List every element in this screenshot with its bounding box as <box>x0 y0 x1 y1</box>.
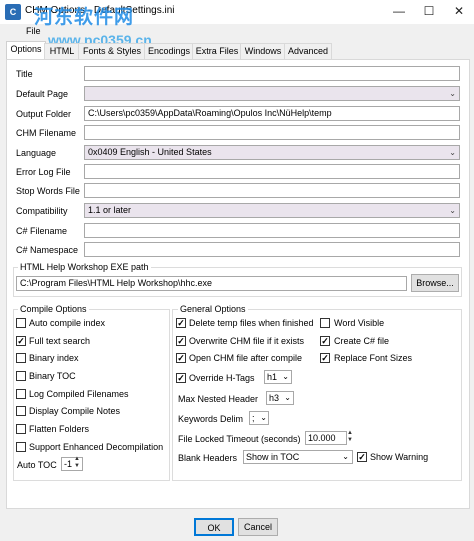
chm-filename-input[interactable] <box>84 125 460 140</box>
display-compile-notes-label: Display Compile Notes <box>29 406 121 416</box>
tab-windows[interactable]: Windows <box>240 43 286 59</box>
chevron-down-icon: ⌄ <box>342 452 349 461</box>
open-chm-after-compile-label: Open CHM file after compile <box>189 353 303 363</box>
create-cs-file-label: Create C# file <box>334 336 390 346</box>
cs-filename-label: C# Filename <box>16 226 68 236</box>
compatibility-label: Compatibility <box>16 206 68 216</box>
replace-font-sizes-label: Replace Font Sizes <box>334 353 413 363</box>
hhw-path-input[interactable]: C:\Program Files\HTML Help Workshop\hhc.… <box>16 276 407 291</box>
cs-namespace-input[interactable] <box>84 242 460 257</box>
htags-select[interactable]: h1 ⌄ <box>264 370 292 384</box>
app-icon: C <box>5 4 21 20</box>
chevron-down-icon: ⌄ <box>282 372 289 381</box>
tab-options[interactable]: Options <box>6 41 46 60</box>
word-visible-label: Word Visible <box>334 318 385 328</box>
file-locked-timeout-label: File Locked Timeout (seconds) <box>178 434 301 444</box>
tab-fonts-styles[interactable]: Fonts & Styles <box>78 43 146 59</box>
support-enhanced-decompilation-label: Support Enhanced Decompilation <box>29 442 164 452</box>
error-log-input[interactable] <box>84 164 460 179</box>
keywords-delim-value: ; <box>252 413 255 423</box>
flatten-folders-label: Flatten Folders <box>29 424 90 434</box>
compatibility-select[interactable]: 1.1 or later ⌄ <box>84 203 460 218</box>
binary-toc-checkbox[interactable] <box>16 371 26 381</box>
blank-headers-label: Blank Headers <box>178 453 238 463</box>
chevron-down-icon: ⌄ <box>449 206 456 215</box>
binary-toc-label: Binary TOC <box>29 371 76 381</box>
spinner-arrows-icon[interactable]: ▲ ▼ <box>347 430 353 444</box>
ok-button[interactable]: OK <box>194 518 234 536</box>
show-warning-label: Show Warning <box>370 452 429 462</box>
error-log-label: Error Log File <box>16 167 71 177</box>
display-compile-notes-checkbox[interactable] <box>16 406 26 416</box>
hhw-group-label: HTML Help Workshop EXE path <box>18 262 151 272</box>
cs-namespace-label: C# Namespace <box>16 245 79 255</box>
file-locked-timeout-stepper[interactable]: 10.000 <box>305 431 347 445</box>
auto-toc-label: Auto TOC <box>17 460 57 470</box>
language-value: 0x0409 English - United States <box>88 147 212 157</box>
log-compiled-filenames-label: Log Compiled Filenames <box>29 389 129 399</box>
delete-temp-files-label: Delete temp files when finished <box>189 318 314 328</box>
full-text-search-checkbox[interactable]: ✓ <box>16 336 26 346</box>
keywords-delim-label: Keywords Delim <box>178 414 244 424</box>
open-chm-after-compile-checkbox[interactable]: ✓ <box>176 353 186 363</box>
general-options-label: General Options <box>178 304 248 314</box>
minimize-button[interactable]: — <box>384 0 414 22</box>
blank-headers-select[interactable]: Show in TOC ⌄ <box>243 450 353 464</box>
compatibility-value: 1.1 or later <box>88 205 132 215</box>
chevron-down-icon: ⌄ <box>284 393 291 402</box>
output-folder-input[interactable]: C:\Users\pc0359\AppData\Roaming\Opulos I… <box>84 106 460 121</box>
blank-headers-value: Show in TOC <box>246 452 300 462</box>
support-enhanced-decompilation-checkbox[interactable] <box>16 442 26 452</box>
language-label: Language <box>16 148 57 158</box>
spinner-arrows-icon[interactable]: ▲ ▼ <box>74 456 80 470</box>
tab-encodings[interactable]: Encodings <box>144 43 194 59</box>
maximize-button[interactable]: ☐ <box>414 0 444 22</box>
title-label: Title <box>16 69 33 79</box>
tab-extra-files[interactable]: Extra Files <box>192 43 242 59</box>
watermark-title: 河东软件网 <box>34 7 135 28</box>
word-visible-checkbox[interactable] <box>320 318 330 328</box>
override-htags-checkbox[interactable]: ✓ <box>176 373 186 383</box>
delete-temp-files-checkbox[interactable]: ✓ <box>176 318 186 328</box>
chevron-down-icon: ⌄ <box>449 89 456 98</box>
log-compiled-filenames-checkbox[interactable] <box>16 389 26 399</box>
overwrite-chm-checkbox[interactable]: ✓ <box>176 336 186 346</box>
output-folder-label: Output Folder <box>16 109 72 119</box>
language-select[interactable]: 0x0409 English - United States ⌄ <box>84 145 460 160</box>
chevron-down-icon: ⌄ <box>260 413 267 422</box>
keywords-delim-select[interactable]: ; ⌄ <box>249 411 269 425</box>
binary-index-label: Binary index <box>29 353 79 363</box>
show-warning-checkbox[interactable]: ✓ <box>357 452 367 462</box>
browse-button[interactable]: Browse... <box>411 274 459 292</box>
cs-filename-input[interactable] <box>84 223 460 238</box>
flatten-folders-checkbox[interactable] <box>16 424 26 434</box>
compile-options-label: Compile Options <box>18 304 89 314</box>
tab-html[interactable]: HTML <box>44 43 80 59</box>
auto-compile-index-checkbox[interactable] <box>16 318 26 328</box>
stop-words-label: Stop Words File <box>16 186 80 196</box>
default-page-select[interactable]: ⌄ <box>84 86 460 101</box>
binary-index-checkbox[interactable] <box>16 353 26 363</box>
cancel-button[interactable]: Cancel <box>238 518 278 536</box>
stop-words-input[interactable] <box>84 183 460 198</box>
overwrite-chm-label: Overwrite CHM file if it exists <box>189 336 305 346</box>
max-nested-header-label: Max Nested Header <box>178 394 259 404</box>
chevron-down-icon: ⌄ <box>449 148 456 157</box>
create-cs-file-checkbox[interactable]: ✓ <box>320 336 330 346</box>
tab-advanced[interactable]: Advanced <box>284 43 332 59</box>
htags-value: h1 <box>267 372 278 382</box>
full-text-search-label: Full text search <box>29 336 91 346</box>
replace-font-sizes-checkbox[interactable]: ✓ <box>320 353 330 363</box>
chm-filename-label: CHM Filename <box>16 128 77 138</box>
override-htags-label: Override H-Tags <box>189 373 255 383</box>
title-input[interactable] <box>84 66 460 81</box>
close-button[interactable]: ✕ <box>444 0 474 22</box>
max-nested-header-select[interactable]: h3 ⌄ <box>266 391 294 405</box>
default-page-label: Default Page <box>16 89 69 99</box>
max-nested-header-value: h3 <box>269 393 280 403</box>
auto-compile-index-label: Auto compile index <box>29 318 106 328</box>
